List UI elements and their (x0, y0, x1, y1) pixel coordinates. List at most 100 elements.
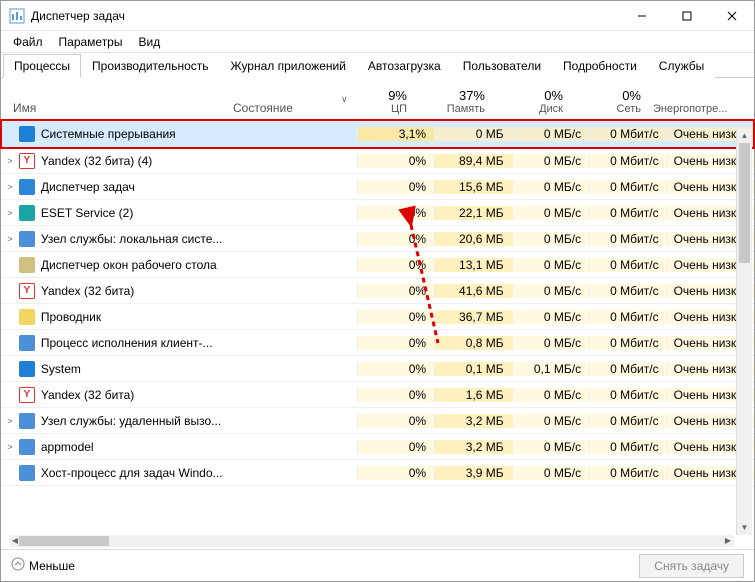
net-cell: 0 Мбит/с (589, 388, 667, 402)
disk-cell: 0 МБ/с (512, 154, 590, 168)
process-icon (19, 126, 35, 142)
process-row[interactable]: Диспетчер окон рабочего стола0%13,1 МБ0 … (1, 252, 754, 278)
process-row[interactable]: >Диспетчер задач0%15,6 МБ0 МБ/с0 Мбит/сО… (1, 174, 754, 200)
process-icon (19, 413, 35, 429)
mem-cell: 36,7 МБ (434, 310, 512, 324)
disk-cell: 0 МБ/с (512, 414, 590, 428)
menu-file[interactable]: Файл (5, 33, 51, 51)
disk-cell: 0,1 МБ/с (512, 362, 590, 376)
process-name: Yandex (32 бита) (41, 388, 253, 402)
mem-cell: 3,2 МБ (434, 440, 512, 454)
expand-icon[interactable]: > (1, 182, 19, 192)
col-name[interactable]: Имя (1, 101, 233, 115)
mem-cell: 22,1 МБ (434, 206, 512, 220)
col-cpu[interactable]: ∨ 9% ЦП (337, 88, 415, 115)
expand-icon[interactable]: > (1, 156, 19, 166)
process-name: Узел службы: удаленный вызо... (41, 414, 253, 428)
close-button[interactable] (709, 1, 754, 31)
disk-cell: 0 МБ/с (512, 284, 590, 298)
cpu-cell: 0% (357, 362, 435, 376)
process-name: Процесс исполнения клиент-... (41, 336, 253, 350)
mem-cell: 3,9 МБ (434, 466, 512, 480)
process-row[interactable]: >Yandex (32 бита) (4)0%89,4 МБ0 МБ/с0 Мб… (1, 148, 754, 174)
tab-users[interactable]: Пользователи (452, 54, 552, 78)
power-label: Энергопотре... (653, 103, 729, 115)
process-row[interactable]: >appmodel0%3,2 МБ0 МБ/с0 Мбит/сОчень низ… (1, 434, 754, 460)
footer: Меньше Снять задачу (1, 549, 754, 581)
net-cell: 0 Мбит/с (589, 414, 667, 428)
cpu-cell: 3,1% (357, 127, 435, 141)
net-cell: 0 Мбит/с (589, 206, 667, 220)
net-cell: 0 Мбит/с (589, 362, 667, 376)
end-task-button[interactable]: Снять задачу (639, 554, 744, 578)
scroll-thumb[interactable] (739, 143, 750, 263)
menu-view[interactable]: Вид (130, 33, 168, 51)
maximize-button[interactable] (664, 1, 709, 31)
net-cell: 0 Мбит/с (589, 154, 667, 168)
tab-startup[interactable]: Автозагрузка (357, 54, 452, 78)
disk-label: Диск (493, 103, 563, 115)
process-row[interactable]: >Узел службы: удаленный вызо...0%3,2 МБ0… (1, 408, 754, 434)
tab-performance[interactable]: Производительность (81, 54, 219, 78)
disk-cell: 0 МБ/с (512, 206, 590, 220)
col-power[interactable]: Энергопотре... (649, 88, 737, 115)
net-cell: 0 Мбит/с (589, 440, 667, 454)
scroll-up-icon[interactable]: ▲ (737, 129, 752, 143)
scroll-down-icon[interactable]: ▼ (737, 521, 752, 535)
scroll-right-icon[interactable]: ▶ (722, 535, 734, 547)
col-state[interactable]: Состояние (233, 101, 337, 115)
expand-icon[interactable]: > (1, 234, 19, 244)
hscroll-thumb[interactable] (19, 536, 109, 546)
process-icon (19, 309, 35, 325)
tab-details[interactable]: Подробности (552, 54, 648, 78)
mem-cell: 0 МБ (434, 127, 512, 141)
net-cell: 0 Мбит/с (589, 336, 667, 350)
chevron-up-icon (11, 557, 25, 574)
cpu-cell: 0% (357, 388, 435, 402)
process-icon (19, 179, 35, 195)
col-memory[interactable]: 37% Память (415, 88, 493, 115)
process-row[interactable]: Процесс исполнения клиент-...0%0,8 МБ0 М… (1, 330, 754, 356)
cpu-cell: 0% (357, 180, 435, 194)
col-network[interactable]: 0% Сеть (571, 88, 649, 115)
process-row[interactable]: Системные прерывания3,1%0 МБ0 МБ/с0 Мбит… (1, 120, 754, 148)
sort-indicator-icon: ∨ (341, 94, 348, 105)
process-row[interactable]: Yandex (32 бита)0%41,6 МБ0 МБ/с0 Мбит/сО… (1, 278, 754, 304)
disk-cell: 0 МБ/с (512, 310, 590, 324)
process-row[interactable]: Проводник0%36,7 МБ0 МБ/с0 Мбит/сОчень ни… (1, 304, 754, 330)
process-icon (19, 257, 35, 273)
net-cell: 0 Мбит/с (589, 127, 667, 141)
tab-services[interactable]: Службы (648, 54, 715, 78)
process-name: Yandex (32 бита) (41, 284, 253, 298)
process-icon (19, 361, 35, 377)
horizontal-scrollbar[interactable]: ◀ ▶ (9, 535, 734, 547)
tab-processes[interactable]: Процессы (3, 54, 81, 78)
expand-icon[interactable]: > (1, 416, 19, 426)
minimize-button[interactable] (619, 1, 664, 31)
tab-app-history[interactable]: Журнал приложений (220, 54, 357, 78)
expand-icon[interactable]: > (1, 208, 19, 218)
process-icon (19, 231, 35, 247)
disk-cell: 0 МБ/с (512, 127, 590, 141)
mem-cell: 89,4 МБ (434, 154, 512, 168)
process-name: Узел службы: локальная систе... (41, 232, 253, 246)
fewer-details-button[interactable]: Меньше (11, 557, 75, 574)
menu-options[interactable]: Параметры (51, 33, 131, 51)
tab-bar: Процессы Производительность Журнал прило… (1, 53, 754, 78)
process-row[interactable]: Yandex (32 бита)0%1,6 МБ0 МБ/с0 Мбит/сОч… (1, 382, 754, 408)
process-icon (19, 465, 35, 481)
process-row[interactable]: System0%0,1 МБ0,1 МБ/с0 Мбит/сОчень низк… (1, 356, 754, 382)
process-row[interactable]: >ESET Service (2)0%22,1 МБ0 МБ/с0 Мбит/с… (1, 200, 754, 226)
cpu-cell: 0% (357, 232, 435, 246)
mem-cell: 0,8 МБ (434, 336, 512, 350)
col-disk[interactable]: 0% Диск (493, 88, 571, 115)
expand-icon[interactable]: > (1, 442, 19, 452)
cpu-cell: 0% (357, 284, 435, 298)
mem-cell: 15,6 МБ (434, 180, 512, 194)
vertical-scrollbar[interactable]: ▲ ▼ (736, 129, 752, 535)
disk-cell: 0 МБ/с (512, 466, 590, 480)
process-name: Yandex (32 бита) (4) (41, 154, 253, 168)
disk-cell: 0 МБ/с (512, 180, 590, 194)
process-row[interactable]: >Узел службы: локальная систе...0%20,6 М… (1, 226, 754, 252)
process-row[interactable]: Хост-процесс для задач Windo...0%3,9 МБ0… (1, 460, 754, 486)
